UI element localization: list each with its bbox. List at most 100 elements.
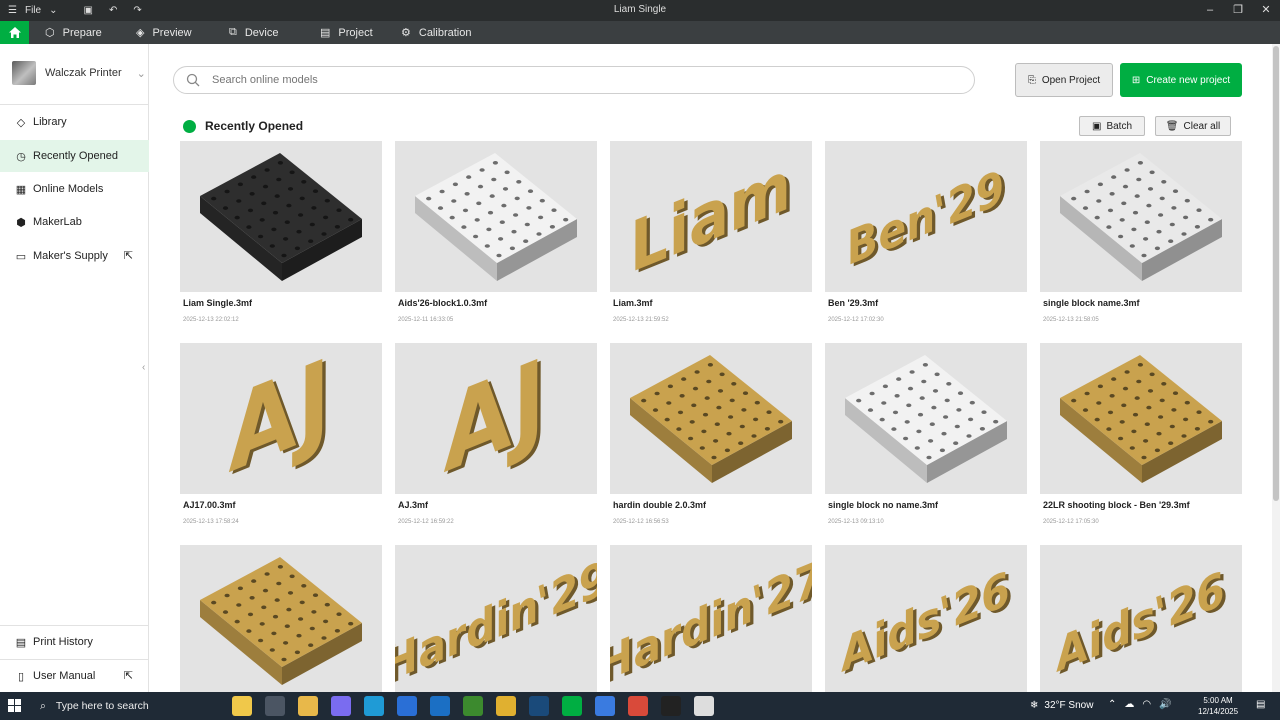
copilot-app-icon[interactable] [331,696,351,716]
file-explorer-icon[interactable] [298,696,318,716]
model-card[interactable] [180,545,382,692]
prepare-icon: ⬡ [45,27,55,39]
model-name: single block no name.3mf [828,500,939,510]
wifi-icon[interactable]: ◠ [1142,699,1151,710]
model-thumbnail[interactable]: Aids'26 Aids'26 [825,545,1027,692]
app-icon[interactable] [595,696,615,716]
search-bar[interactable] [173,66,975,94]
model-thumbnail[interactable]: Liam Liam [610,141,812,292]
task-view-icon[interactable] [265,696,285,716]
maximize-icon[interactable]: ❐ [1224,0,1252,21]
sidebar-item-makerlab[interactable]: ⬢ MakerLab [0,206,149,238]
save-icon[interactable]: ▣ [83,5,92,16]
model-card[interactable]: 22LR shooting block - Ben '29.3mf 2025-12… [1040,343,1242,533]
home-button[interactable] [0,21,29,44]
model-thumbnail[interactable] [395,141,597,292]
network-icon[interactable]: ☁ [1124,699,1134,710]
clock[interactable]: 5:00 AM 12/14/2025 [1198,695,1238,717]
tab-preview[interactable]: ◈ Preview [136,21,192,44]
model-thumbnail[interactable]: Hardin'27 Hardin'27 [610,545,812,692]
clock-icon [183,119,196,133]
weather-widget[interactable]: ❄ 32°F Snow [1030,700,1093,711]
close-icon[interactable]: ✕ [1252,0,1280,21]
sidebar-item-print-history[interactable]: ▤ Print History [0,626,149,658]
model-thumbnail[interactable] [1040,343,1242,494]
tab-device[interactable]: ⧉ Device [229,21,278,44]
tab-prepare[interactable]: ⬡ Prepare [45,21,102,44]
unreal-icon[interactable] [694,696,714,716]
trash-icon: 🗑 [1165,120,1179,132]
sidebar-item-library[interactable]: ◇ Library [0,106,149,138]
model-thumbnail[interactable] [825,343,1027,494]
model-thumbnail[interactable]: AJ AJ [395,343,597,494]
manual-icon: ▯ [17,670,25,683]
model-date: 2025-12-13 21:58:05 [1043,317,1099,323]
chevron-down-icon[interactable]: ⌄ [49,5,57,16]
open-project-button[interactable]: ⎘ Open Project [1015,63,1113,97]
sidebar-item-user-manual[interactable]: ▯ User Manual ⇱ [0,660,149,692]
chrome-icon[interactable] [496,696,516,716]
redo-icon[interactable]: ↷ [133,5,141,16]
tab-calibration[interactable]: ⚙ Calibration [401,21,471,44]
model-card[interactable]: Ben'29 Ben'29 Ben '29.3mf 2025-12-12 17:02:… [825,141,1027,331]
device-icon: ⧉ [229,26,237,38]
taskbar-search[interactable]: ⌕ Type here to search [32,692,222,720]
search-icon [186,73,200,87]
chevron-up-icon[interactable]: ⌃ [1108,699,1116,710]
notification-icon[interactable]: ▤ [1256,699,1265,710]
clear-all-button[interactable]: 🗑 Clear all [1155,116,1231,136]
model-thumbnail[interactable]: AJ AJ [180,343,382,494]
printer-selector[interactable]: Walczak Printer ⌄ [12,61,146,85]
store-icon[interactable] [397,696,417,716]
model-card[interactable]: single block name.3mf 2025-12-13 21:58:05 [1040,141,1242,331]
model-card[interactable]: Aids'26 Aids'26 [825,545,1027,692]
model-thumbnail[interactable] [180,141,382,292]
model-card[interactable]: Hardin'29 Hardin'29 [395,545,597,692]
main-tab-bar: ⬡ Prepare ◈ Preview ⧉ Device ▤ Project ⚙ Cali… [0,21,1280,44]
model-date: 2025-12-13 09:13:10 [828,519,884,525]
steam-icon[interactable] [529,696,549,716]
clock-icon: ◷ [16,150,26,163]
collapse-sidebar-icon[interactable]: ‹ [142,362,145,373]
search-input[interactable] [212,74,912,86]
copilot-icon[interactable] [232,696,252,716]
model-card[interactable]: AJ AJ AJ17.00.3mf 2025-12-13 17:58:24 [180,343,382,533]
minimize-icon[interactable]: – [1196,0,1224,21]
scrollbar-thumb[interactable] [1273,46,1279,501]
app-icon[interactable] [661,696,681,716]
create-new-project-button[interactable]: ⊞ Create new project [1120,63,1242,97]
model-thumbnail[interactable] [1040,141,1242,292]
bambu-studio-icon[interactable] [562,696,582,716]
model-thumbnail[interactable] [610,343,812,494]
edge-icon[interactable] [364,696,384,716]
minecraft-icon[interactable] [463,696,483,716]
outlook-icon[interactable] [430,696,450,716]
model-thumbnail[interactable]: Aids'26 Aids'26 [1040,545,1242,692]
model-card[interactable]: Aids'26-block1.0.3mf 2025-12-11 16:33:05 [395,141,597,331]
undo-icon[interactable]: ↶ [109,5,117,16]
model-name: Liam Single.3mf [183,298,253,308]
model-card[interactable]: Liam Single.3mf 2025-12-13 22:02:12 [180,141,382,331]
svg-text:Ben'29: Ben'29 [843,161,1009,275]
model-thumbnail[interactable]: Ben'29 Ben'29 [825,141,1027,292]
model-card[interactable]: single block no name.3mf 2025-12-13 09:13… [825,343,1027,533]
file-menu[interactable]: File [25,5,41,16]
speaker-icon[interactable]: 🔊 [1159,699,1171,710]
scrollbar[interactable] [1272,44,1280,692]
divider [0,104,149,105]
model-thumbnail[interactable] [180,545,382,692]
chrome-profile-icon[interactable] [628,696,648,716]
sidebar-item-recently-opened[interactable]: ◷ Recently Opened [0,140,149,172]
sidebar-item-makers-supply[interactable]: ▭ Maker's Supply ⇱ [0,240,149,272]
model-card[interactable]: AJ AJ AJ.3mf 2025-12-12 16:59:22 [395,343,597,533]
hamburger-menu-icon[interactable]: ☰ [8,5,17,16]
model-card[interactable]: Liam Liam Liam.3mf 2025-12-13 21:59:52 [610,141,812,331]
model-card[interactable]: Hardin'27 Hardin'27 [610,545,812,692]
batch-button[interactable]: ▣ Batch [1079,116,1145,136]
tab-project[interactable]: ▤ Project [320,21,373,44]
sidebar-item-online-models[interactable]: ▦ Online Models [0,173,149,205]
model-card[interactable]: hardin double 2.0.3mf 2025-12-12 16:56:53 [610,343,812,533]
model-thumbnail[interactable]: Hardin'29 Hardin'29 [395,545,597,692]
windows-start-icon[interactable] [8,699,21,715]
model-card[interactable]: Aids'26 Aids'26 [1040,545,1242,692]
